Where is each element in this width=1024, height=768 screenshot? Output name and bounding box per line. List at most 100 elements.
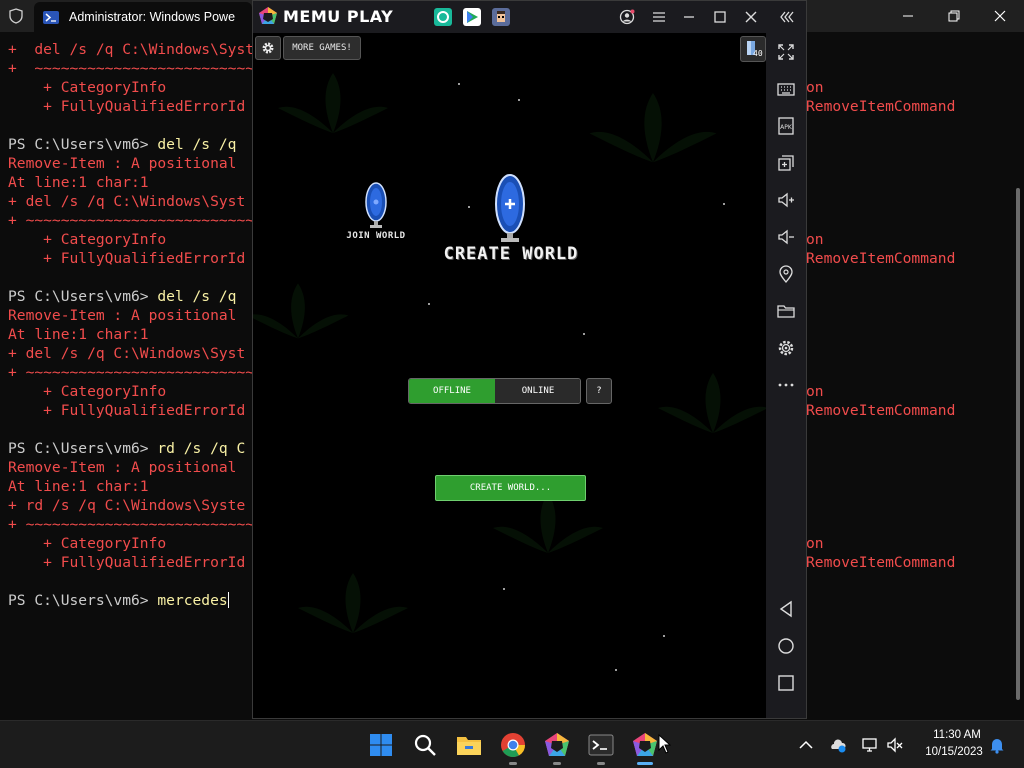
- terminal-command: del /s /q: [157, 288, 237, 305]
- home-icon[interactable]: [777, 637, 795, 655]
- back-icon[interactable]: [777, 600, 795, 618]
- location-icon[interactable]: [777, 265, 795, 283]
- apk-icon[interactable]: APK: [777, 117, 795, 135]
- join-world-portal[interactable]: [364, 181, 388, 229]
- terminal-output-line: RemoveItemCommand: [806, 98, 956, 115]
- volume-up-icon[interactable]: [777, 191, 795, 209]
- onedrive-icon[interactable]: [829, 736, 847, 754]
- menu-icon[interactable]: [651, 9, 667, 25]
- background-leaf-icon: [253, 283, 349, 398]
- memu-titlebar: MEMU PLAY: [253, 1, 806, 33]
- more-games-button[interactable]: MORE GAMES!: [283, 36, 361, 60]
- game-app-icon[interactable]: [492, 8, 510, 26]
- create-world-button[interactable]: CREATE WORLD...: [435, 475, 586, 501]
- notification-bell-icon[interactable]: [988, 736, 1006, 754]
- memu-close-icon[interactable]: [743, 9, 759, 25]
- account-icon[interactable]: [619, 9, 635, 25]
- volume-muted-icon[interactable]: [886, 736, 904, 754]
- terminal-output-line: RemoveItemCommand: [806, 402, 956, 419]
- memu-logo-icon: [259, 7, 277, 24]
- settings-gear-icon[interactable]: [777, 339, 795, 357]
- terminal-output-line: on: [806, 383, 824, 400]
- mode-toggle[interactable]: OFFLINE ONLINE: [408, 378, 581, 404]
- powershell-icon: [43, 11, 59, 24]
- create-world-title[interactable]: CREATE WORLD: [431, 244, 591, 264]
- memu-window[interactable]: MEMU PLAY MORE GAMES! 40 JOIN WORLD CREA…: [252, 0, 807, 719]
- active-indicator: [637, 762, 653, 765]
- star: [663, 635, 665, 637]
- clock-date[interactable]: 10/15/2023: [914, 746, 994, 758]
- gear-icon: [262, 42, 274, 54]
- create-world-portal[interactable]: [494, 173, 526, 245]
- gem-counter[interactable]: 40: [740, 36, 766, 62]
- file-explorer-icon[interactable]: [456, 732, 482, 758]
- terminal-output-line: + CategoryInfo: [8, 535, 167, 552]
- clock-time[interactable]: 11:30 AM: [922, 729, 992, 741]
- app-shortcut-icon[interactable]: [434, 8, 452, 26]
- minimize-icon[interactable]: [900, 8, 916, 24]
- svg-text:APK: APK: [780, 124, 793, 131]
- background-leaf-icon: [658, 373, 766, 498]
- terminal-icon[interactable]: [588, 732, 614, 758]
- more-icon[interactable]: [777, 376, 795, 394]
- chrome-icon[interactable]: [500, 732, 526, 758]
- terminal-output-line: + FullyQualifiedErrorId: [8, 98, 246, 115]
- folder-icon[interactable]: [777, 302, 795, 320]
- restore-icon[interactable]: [946, 8, 962, 24]
- network-icon[interactable]: [861, 736, 879, 754]
- terminal-output-line: + FullyQualifiedErrorId: [8, 250, 246, 267]
- terminal-output-line: Remove-Item : A positional: [8, 307, 237, 324]
- close-icon[interactable]: [992, 8, 1008, 24]
- join-world-label[interactable]: JOIN WORLD: [341, 231, 411, 241]
- chevron-up-icon[interactable]: [797, 736, 815, 754]
- star: [583, 333, 585, 335]
- terminal-command: del /s /q: [157, 136, 237, 153]
- collapse-sidebar-icon[interactable]: [779, 9, 795, 25]
- offline-tab[interactable]: OFFLINE: [409, 379, 495, 403]
- terminal-output-line: + ~~~~~~~~~~~~~~~~~~~~~~~~~~~: [8, 212, 252, 229]
- terminal-output-line: + rd /s /q C:\Windows\Syste: [8, 497, 246, 514]
- fullscreen-icon[interactable]: [777, 43, 795, 61]
- online-tab[interactable]: ONLINE: [495, 379, 580, 403]
- mouse-cursor-icon: [658, 734, 671, 754]
- volume-down-icon[interactable]: [777, 228, 795, 246]
- terminal-output[interactable]: + del /s /q C:\Windows\Syst + ~~~~~~~~~~~…: [8, 40, 252, 620]
- terminal-prompt-line: PS C:\Users\vm6> mercedes: [8, 592, 229, 609]
- windows-start-icon[interactable]: [368, 732, 394, 758]
- terminal-output-line: + CategoryInfo: [8, 79, 167, 96]
- tab-title: Administrator: Windows Powe: [69, 10, 236, 24]
- keyboard-icon[interactable]: [777, 80, 795, 98]
- recent-apps-icon[interactable]: [777, 674, 795, 692]
- star: [428, 303, 430, 305]
- terminal-output-line: + del /s /q C:\Windows\Syst: [8, 193, 246, 210]
- terminal-output-line: Remove-Item : A positional: [8, 459, 237, 476]
- running-indicator: [509, 762, 517, 765]
- terminal-scrollbar[interactable]: [1016, 188, 1020, 700]
- terminal-output-line: + FullyQualifiedErrorId: [8, 402, 246, 419]
- memu-maximize-icon[interactable]: [712, 9, 728, 25]
- game-screen[interactable]: MORE GAMES! 40 JOIN WORLD CREATE WORLD O…: [253, 33, 766, 718]
- memu-multi-icon[interactable]: [544, 732, 570, 758]
- play-store-icon[interactable]: [463, 8, 481, 26]
- text-cursor: [227, 592, 229, 608]
- search-icon[interactable]: [412, 732, 438, 758]
- multi-instance-icon[interactable]: [777, 154, 795, 172]
- settings-button[interactable]: [255, 36, 281, 60]
- background-leaf-icon: [298, 573, 408, 698]
- terminal-tab[interactable]: Administrator: Windows Powe: [34, 2, 252, 32]
- memu-minimize-icon[interactable]: [681, 9, 697, 25]
- help-button[interactable]: ?: [586, 378, 612, 404]
- star: [468, 206, 470, 208]
- memu-play-icon[interactable]: [632, 732, 658, 758]
- terminal-output-line: At line:1 char:1: [8, 174, 149, 191]
